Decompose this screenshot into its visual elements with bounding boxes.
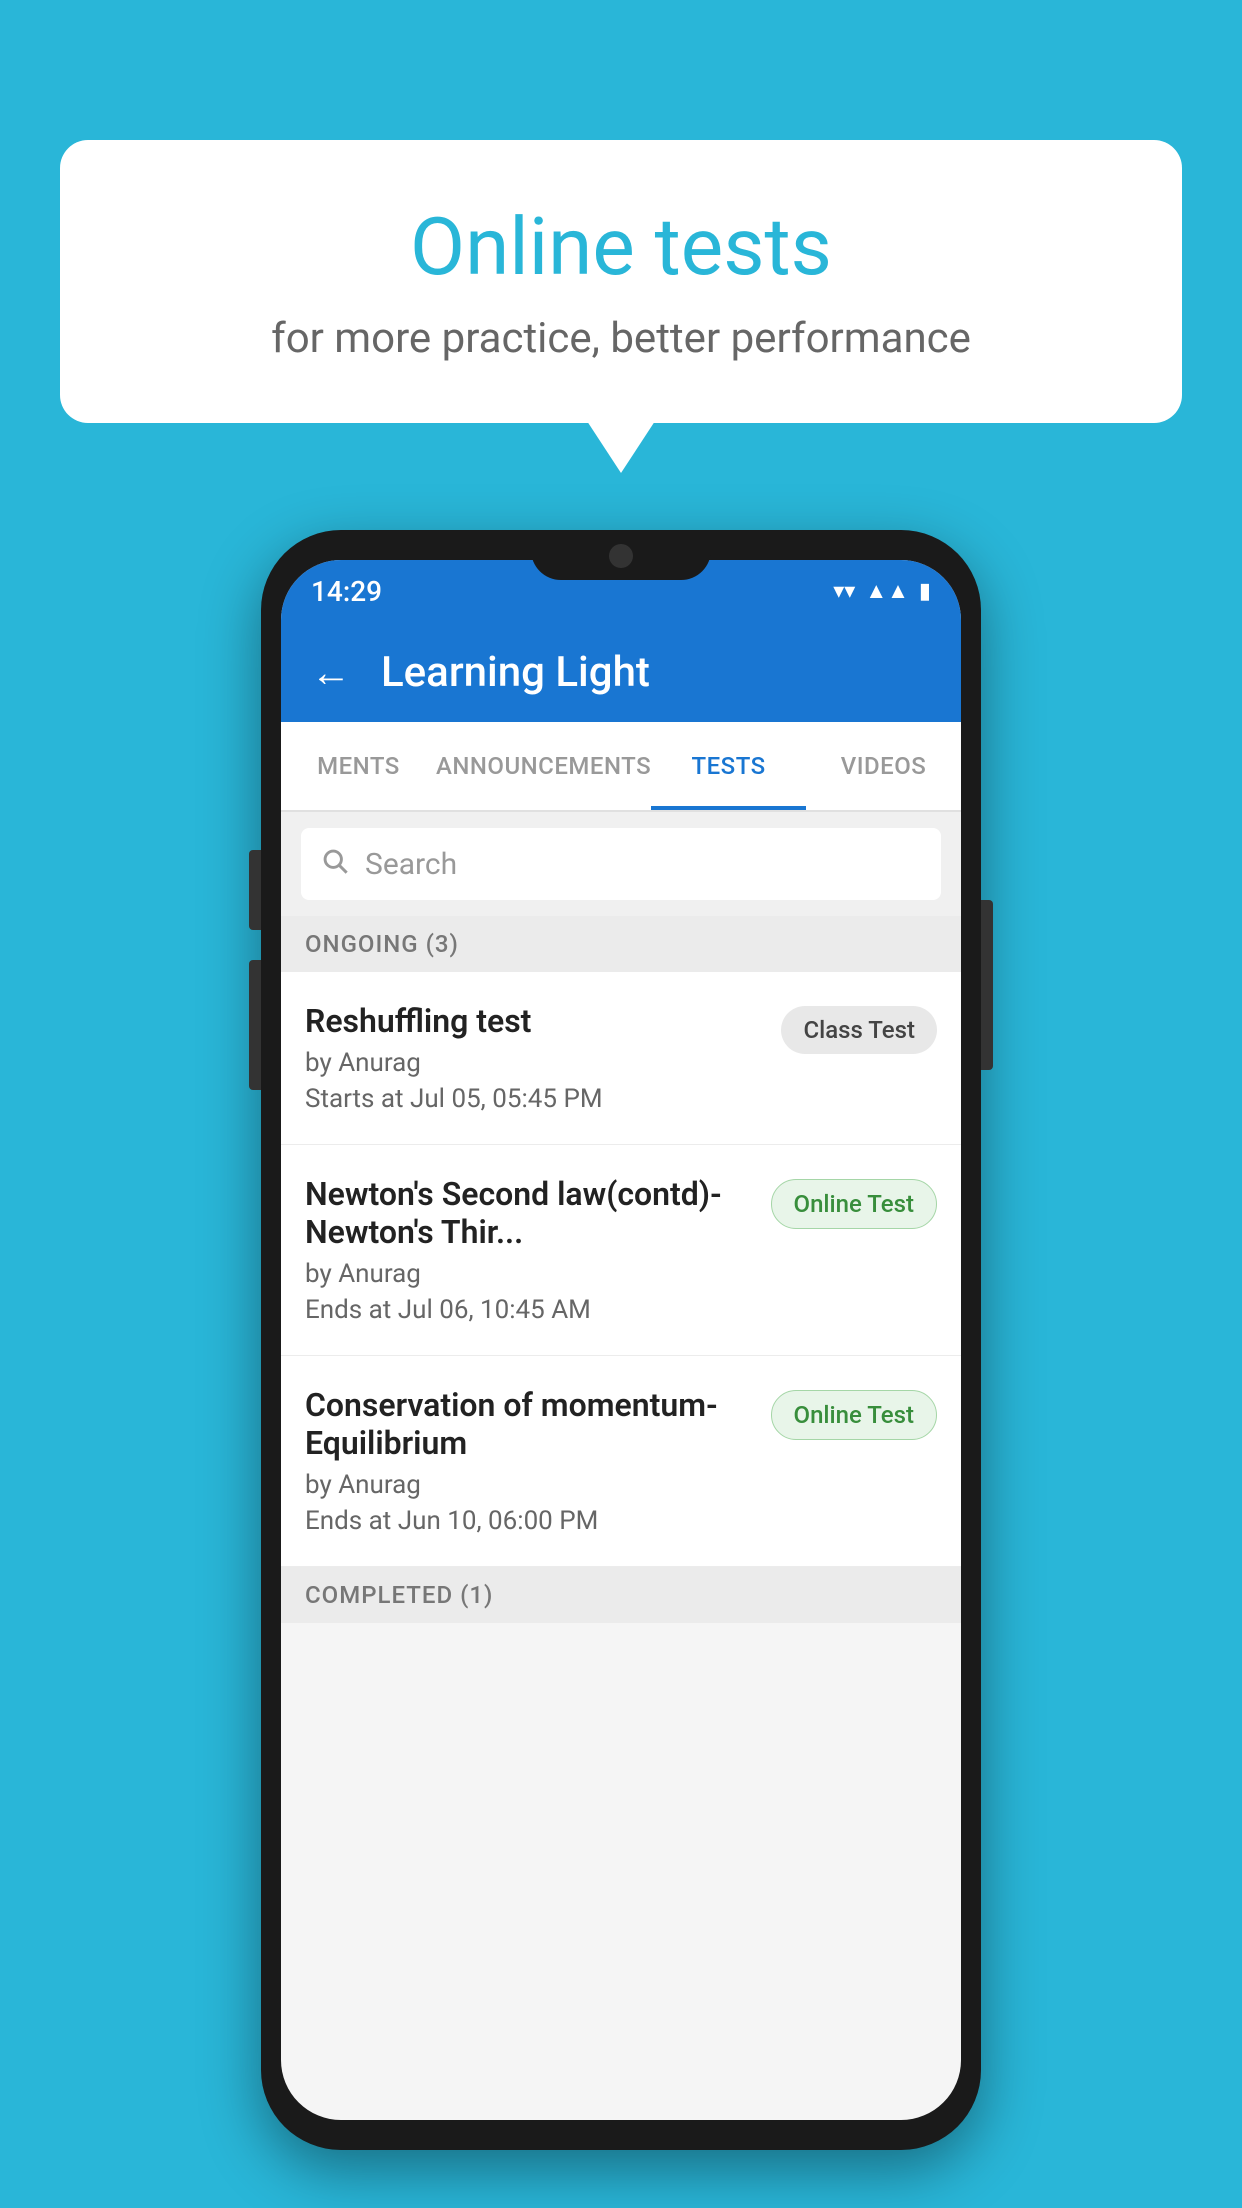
phone-screen: 14:29 ▾▾ ▲▲ ▮ ← Learning Light MENTS ANN… bbox=[281, 560, 961, 2120]
test-badge: Class Test bbox=[781, 1006, 937, 1054]
test-date: Starts at Jul 05, 05:45 PM bbox=[305, 1084, 765, 1114]
bubble-subtitle: for more practice, better performance bbox=[140, 314, 1102, 363]
battery-icon: ▮ bbox=[919, 579, 931, 604]
phone-camera bbox=[609, 544, 633, 568]
test-author: by Anurag bbox=[305, 1048, 765, 1078]
app-title: Learning Light bbox=[381, 648, 650, 697]
signal-icon: ▲▲ bbox=[865, 578, 909, 604]
power-button[interactable] bbox=[981, 900, 993, 1070]
search-bar[interactable]: Search bbox=[301, 828, 941, 900]
tab-tests[interactable]: TESTS bbox=[651, 722, 806, 810]
test-name: Newton's Second law(contd)-Newton's Thir… bbox=[305, 1175, 755, 1251]
ongoing-section-header: ONGOING (3) bbox=[281, 916, 961, 972]
speech-bubble: Online tests for more practice, better p… bbox=[60, 140, 1182, 423]
test-name: Conservation of momentum-Equilibrium bbox=[305, 1386, 755, 1462]
test-item[interactable]: Conservation of momentum-Equilibrium by … bbox=[281, 1356, 961, 1567]
test-badge: Online Test bbox=[771, 1179, 937, 1229]
back-button[interactable]: ← bbox=[311, 649, 351, 696]
tab-videos[interactable]: VIDEOS bbox=[806, 722, 961, 810]
test-badge: Online Test bbox=[771, 1390, 937, 1440]
completed-section-header: COMPLETED (1) bbox=[281, 1567, 961, 1623]
search-icon bbox=[321, 845, 349, 883]
promo-section: Online tests for more practice, better p… bbox=[60, 140, 1182, 423]
wifi-icon: ▾▾ bbox=[833, 579, 855, 604]
tab-bar: MENTS ANNOUNCEMENTS TESTS VIDEOS bbox=[281, 722, 961, 812]
test-list: Reshuffling test by Anurag Starts at Jul… bbox=[281, 972, 961, 1567]
test-item[interactable]: Newton's Second law(contd)-Newton's Thir… bbox=[281, 1145, 961, 1356]
test-name: Reshuffling test bbox=[305, 1002, 765, 1040]
status-time: 14:29 bbox=[311, 575, 382, 608]
search-placeholder: Search bbox=[365, 847, 457, 882]
phone-notch bbox=[531, 530, 711, 580]
test-item[interactable]: Reshuffling test by Anurag Starts at Jul… bbox=[281, 972, 961, 1145]
test-content: Conservation of momentum-Equilibrium by … bbox=[305, 1386, 755, 1536]
test-date: Ends at Jul 06, 10:45 AM bbox=[305, 1295, 755, 1325]
test-content: Newton's Second law(contd)-Newton's Thir… bbox=[305, 1175, 755, 1325]
test-author: by Anurag bbox=[305, 1470, 755, 1500]
status-icons: ▾▾ ▲▲ ▮ bbox=[833, 578, 931, 604]
search-container: Search bbox=[281, 812, 961, 916]
phone-frame: 14:29 ▾▾ ▲▲ ▮ ← Learning Light MENTS ANN… bbox=[261, 530, 981, 2150]
volume-up-button[interactable] bbox=[249, 850, 261, 930]
app-header: ← Learning Light bbox=[281, 622, 961, 722]
tab-announcements[interactable]: ANNOUNCEMENTS bbox=[436, 722, 651, 810]
bubble-title: Online tests bbox=[140, 200, 1102, 294]
test-content: Reshuffling test by Anurag Starts at Jul… bbox=[305, 1002, 765, 1114]
test-author: by Anurag bbox=[305, 1259, 755, 1289]
phone-outer: 14:29 ▾▾ ▲▲ ▮ ← Learning Light MENTS ANN… bbox=[261, 530, 981, 2150]
test-date: Ends at Jun 10, 06:00 PM bbox=[305, 1506, 755, 1536]
volume-down-button[interactable] bbox=[249, 960, 261, 1090]
tab-ments[interactable]: MENTS bbox=[281, 722, 436, 810]
